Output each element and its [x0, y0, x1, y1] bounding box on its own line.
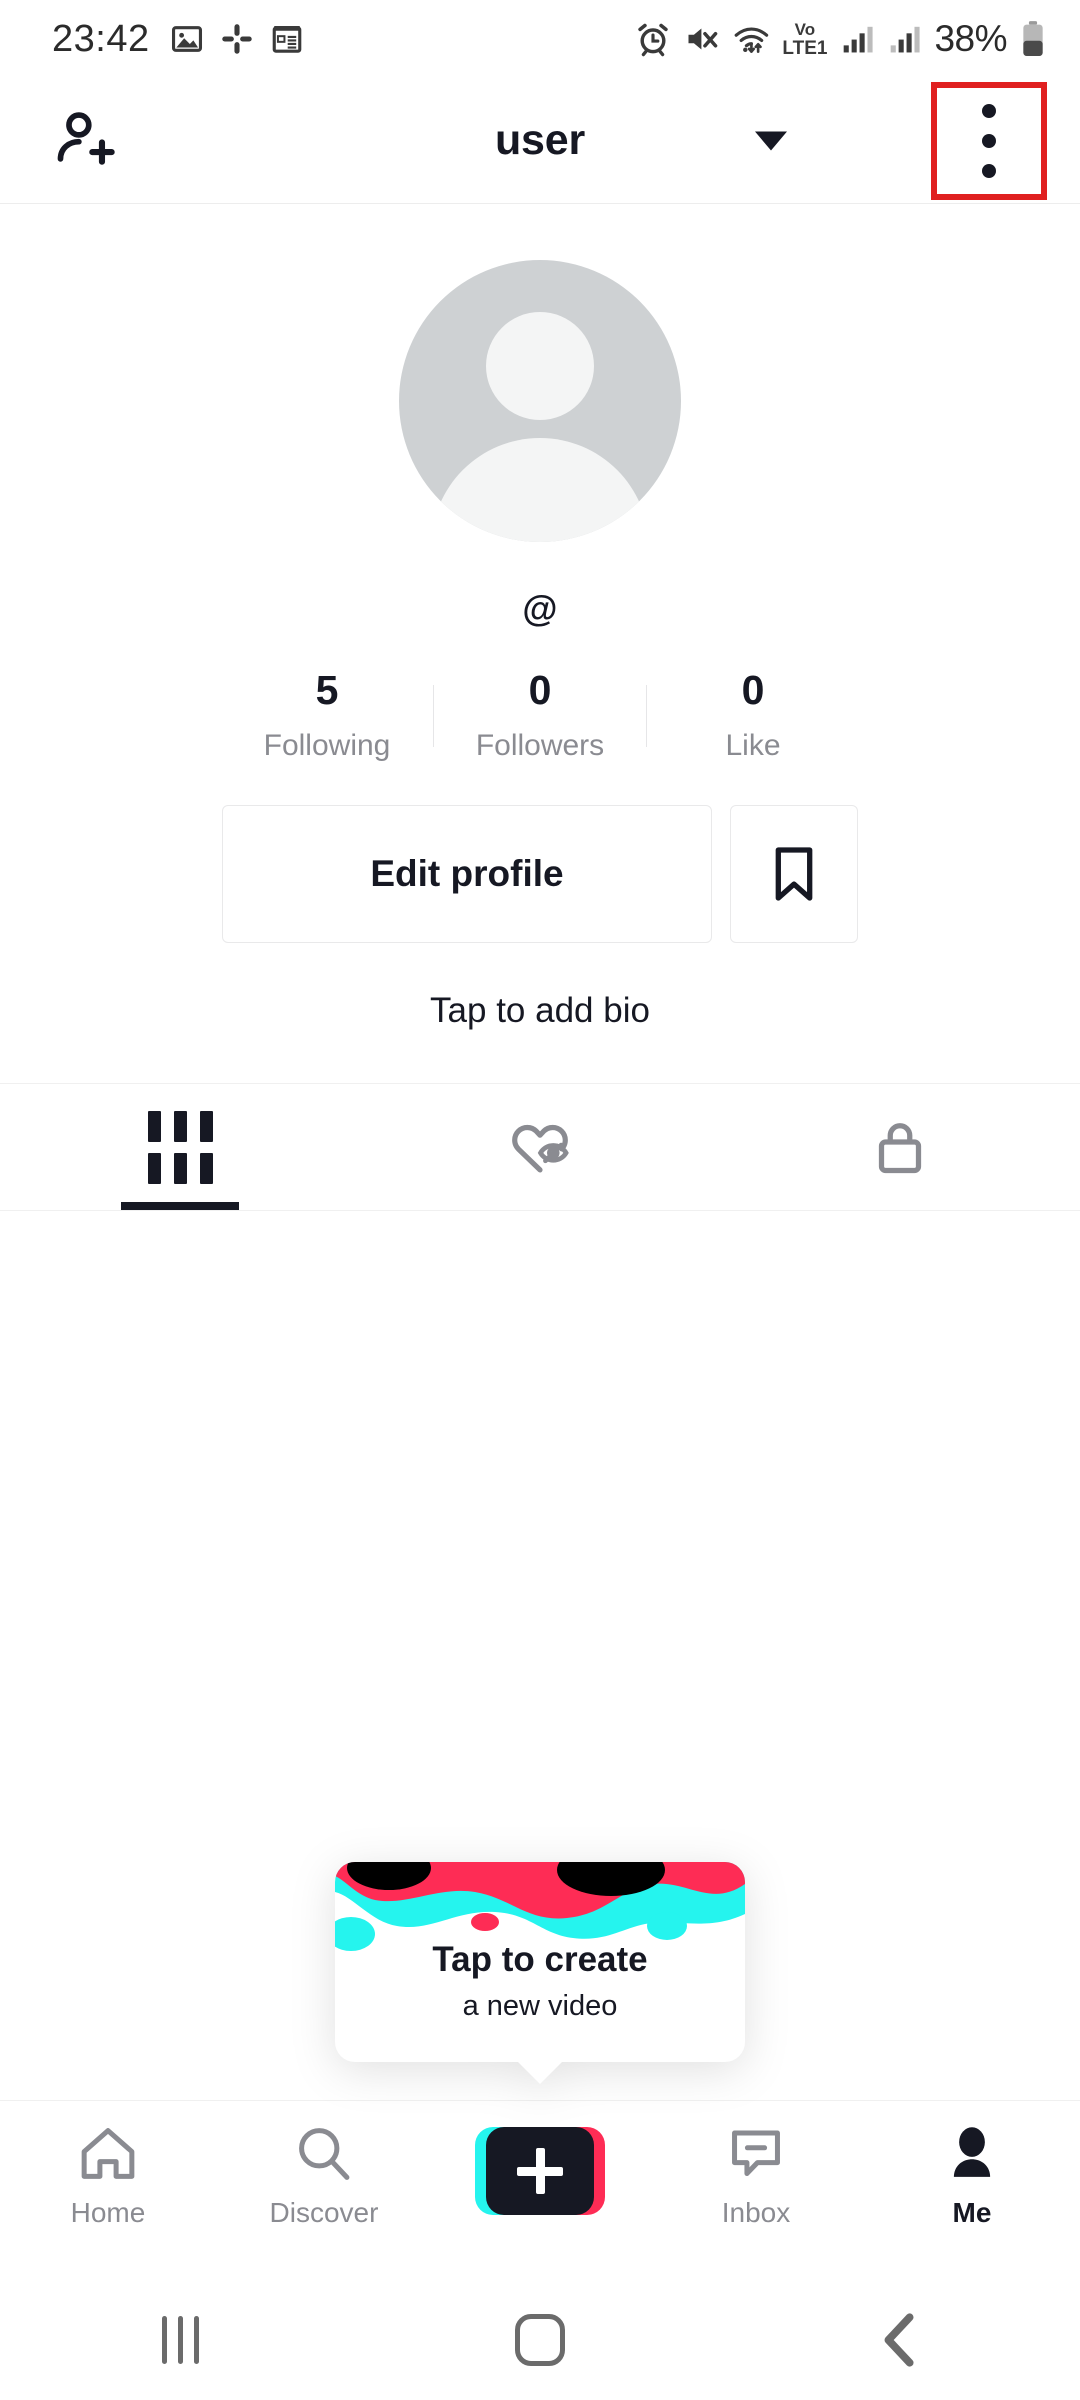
- bookmark-icon: [775, 847, 813, 901]
- home-square-icon: [515, 2314, 565, 2366]
- battery-icon: [1023, 21, 1043, 56]
- nav-label: Discover: [269, 2197, 379, 2228]
- nav-item-inbox[interactable]: Inbox: [648, 2123, 864, 2229]
- chevron-down-icon: [755, 131, 787, 150]
- status-notification-icons: [170, 22, 304, 56]
- nav-label: Home: [70, 2197, 146, 2228]
- person-add-icon: [57, 111, 115, 165]
- back-button[interactable]: [720, 2311, 1080, 2369]
- stat-label: Following: [263, 729, 391, 763]
- wifi-icon: [734, 27, 769, 53]
- tab-private[interactable]: [720, 1084, 1080, 1210]
- nav-item-me[interactable]: Me: [864, 2123, 1080, 2229]
- volte-suffix: LTE1: [782, 37, 828, 59]
- status-bar: 23:42 Vo LTE1 38%: [0, 0, 1080, 78]
- stat-likes[interactable]: 0 Like: [647, 667, 859, 763]
- kebab-dot: [982, 163, 996, 178]
- recents-icon: [161, 2316, 199, 2364]
- nav-label: Me: [952, 2197, 992, 2228]
- home-button[interactable]: [360, 2314, 720, 2366]
- tab-liked[interactable]: [360, 1084, 720, 1210]
- system-navigation-bar: [0, 2280, 1080, 2400]
- avatar[interactable]: [399, 260, 681, 542]
- create-card-title: Tap to create: [432, 1940, 648, 1979]
- search-icon: [299, 2128, 350, 2180]
- alarm-icon: [638, 23, 669, 57]
- profile-tabs: [0, 1083, 1080, 1212]
- volte-prefix: Vo: [794, 19, 816, 39]
- bottom-navigation: Home Discover Inbox Me: [0, 2100, 1080, 2280]
- create-card-subtitle: a new video: [462, 1990, 618, 2022]
- stat-label: Like: [725, 729, 781, 763]
- nav-item-create[interactable]: [432, 2123, 648, 2227]
- volte-label: Vo LTE1: [782, 21, 827, 58]
- battery-percent: 38%: [934, 18, 1007, 59]
- overflow-menu-button[interactable]: [931, 81, 1047, 200]
- tiktok-profile-screen: 23:42 Vo LTE1 38% user @ 5 Following 0 F…: [0, 0, 1080, 2400]
- edit-profile-button[interactable]: Edit profile: [222, 805, 712, 944]
- nav-label: Inbox: [721, 2197, 791, 2228]
- stat-label: Followers: [475, 729, 605, 763]
- create-plus-icon[interactable]: [475, 2127, 605, 2215]
- stat-following[interactable]: 5 Following: [221, 667, 433, 763]
- profile-handle[interactable]: @: [0, 588, 1080, 630]
- slack-icon: [221, 24, 252, 54]
- tab-active-underline: [121, 1202, 239, 1211]
- app-header: user: [0, 78, 1080, 204]
- profile-title-switcher[interactable]: user: [170, 116, 910, 165]
- create-video-tooltip[interactable]: Tap to create a new video: [335, 1862, 745, 2084]
- grid-icon: [147, 1110, 213, 1184]
- home-icon: [81, 2128, 135, 2179]
- image-icon: [171, 26, 202, 52]
- videos-empty-area: Tap to create a new video: [0, 1211, 1080, 2100]
- stat-value: 0: [528, 667, 552, 713]
- avatar-head: [486, 312, 594, 420]
- status-system-icons: Vo LTE1 38%: [635, 18, 1046, 60]
- tab-videos-grid[interactable]: [0, 1084, 360, 1211]
- person-icon: [953, 2127, 991, 2177]
- profile-section: @ 5 Following 0 Followers 0 Like Edit pr…: [0, 204, 1080, 1031]
- stat-value: 5: [315, 667, 339, 713]
- bio-placeholder[interactable]: Tap to add bio: [0, 991, 1080, 1031]
- avatar-body: [431, 438, 649, 542]
- nav-item-discover[interactable]: Discover: [216, 2123, 432, 2229]
- kebab-dot: [982, 103, 996, 118]
- stat-value: 0: [741, 667, 765, 713]
- bookmarks-button[interactable]: [730, 805, 858, 944]
- signal-icon-1: [844, 26, 874, 53]
- kebab-dot: [982, 133, 996, 148]
- recents-button[interactable]: [0, 2316, 360, 2364]
- profile-actions: Edit profile: [0, 805, 1080, 944]
- heart-hidden-icon: [512, 1125, 569, 1173]
- calendar-icon: [272, 25, 301, 53]
- stat-followers[interactable]: 0 Followers: [434, 667, 646, 763]
- back-chevron-icon: [884, 2313, 914, 2367]
- tooltip-pointer: [516, 2060, 564, 2084]
- nav-item-home[interactable]: Home: [0, 2123, 216, 2229]
- inbox-icon: [732, 2130, 780, 2177]
- page-title: user: [494, 116, 586, 164]
- status-time: 23:42: [52, 18, 150, 60]
- profile-stats: 5 Following 0 Followers 0 Like: [0, 667, 1080, 763]
- lock-icon: [878, 1123, 922, 1174]
- signal-icon-2: [891, 26, 921, 53]
- create-core: [486, 2127, 594, 2215]
- plus-vertical: [535, 2148, 545, 2194]
- add-friend-button[interactable]: [0, 108, 170, 174]
- volume-muted-icon: [688, 28, 718, 50]
